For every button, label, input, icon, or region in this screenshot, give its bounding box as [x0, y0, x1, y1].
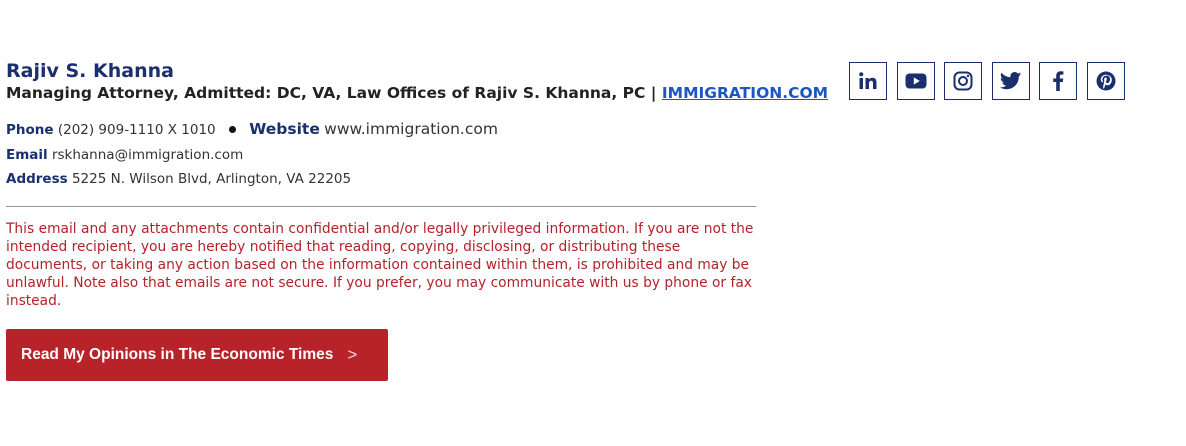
- chevron-right-icon: >: [347, 345, 358, 364]
- twitter-icon: [999, 72, 1022, 90]
- linkedin-icon: [858, 71, 878, 91]
- email-signature: Rajiv S. Khanna Managing Attorney, Admit…: [6, 59, 828, 311]
- signature-name: Rajiv S. Khanna: [6, 60, 174, 82]
- immigration-link[interactable]: IMMIGRATION.COM: [662, 84, 828, 102]
- email-value[interactable]: rskhanna@immigration.com: [52, 147, 243, 163]
- linkedin-button[interactable]: [849, 62, 887, 100]
- contact-block: Phone (202) 909-1110 X 1010 Website www.…: [6, 117, 766, 192]
- address-label: Address: [6, 171, 68, 187]
- facebook-button[interactable]: [1039, 62, 1077, 100]
- website-value[interactable]: www.immigration.com: [324, 120, 498, 138]
- youtube-button[interactable]: [896, 62, 935, 100]
- instagram-button[interactable]: [944, 62, 982, 100]
- pinterest-icon: [1096, 71, 1116, 91]
- youtube-icon: [905, 73, 927, 89]
- phone-label: Phone: [6, 122, 54, 138]
- email-label: Email: [6, 146, 48, 163]
- cta-label: Read My Opinions in The Economic Times: [21, 346, 334, 363]
- facebook-icon: [1052, 71, 1064, 91]
- disclaimer-text: This email and any attachments contain c…: [6, 220, 754, 310]
- website-label: Website: [249, 120, 320, 138]
- address-row: Address 5225 N. Wilson Blvd, Arlington, …: [6, 167, 766, 192]
- signature-title-text: Managing Attorney, Admitted: DC, VA, Law…: [6, 84, 657, 102]
- divider: [6, 205, 756, 207]
- instagram-icon: [953, 71, 973, 91]
- social-links: [849, 62, 1134, 100]
- signature-title: Managing Attorney, Admitted: DC, VA, Law…: [6, 83, 828, 103]
- email-row: Email rskhanna@immigration.com: [6, 143, 766, 168]
- bullet-separator: [228, 125, 236, 133]
- phone-website-row: Phone (202) 909-1110 X 1010 Website www.…: [6, 117, 766, 143]
- twitter-button[interactable]: [991, 62, 1030, 100]
- pinterest-button[interactable]: [1086, 62, 1125, 100]
- economic-times-button[interactable]: Read My Opinions in The Economic Times >: [6, 329, 388, 381]
- phone-value[interactable]: (202) 909-1110 X 1010: [58, 122, 216, 138]
- address-value: 5225 N. Wilson Blvd, Arlington, VA 22205: [71, 171, 352, 187]
